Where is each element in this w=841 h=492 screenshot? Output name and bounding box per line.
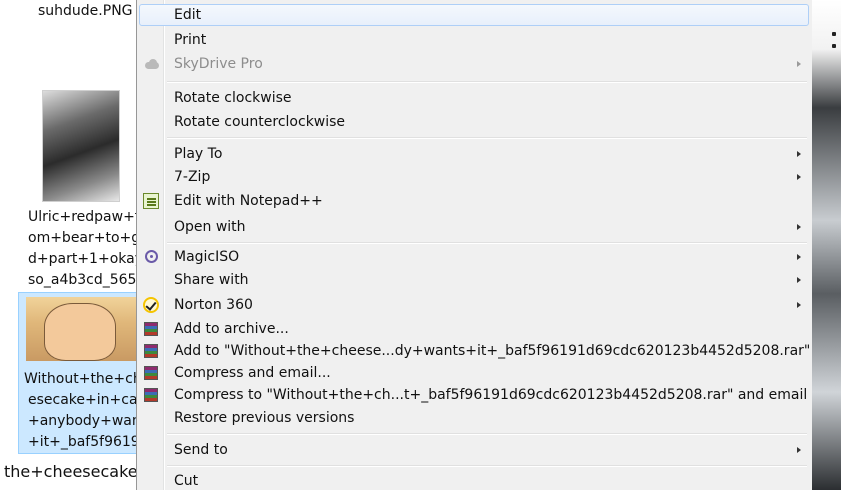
file-label-selected-line-3[interactable]: +anybody+want bbox=[28, 411, 146, 432]
menu-separator bbox=[167, 465, 807, 467]
submenu-arrow-icon bbox=[797, 254, 801, 260]
menu-item-compress-and-email[interactable]: Compress and email... bbox=[139, 362, 809, 384]
file-label-selected-line-1[interactable]: Without+the+che bbox=[24, 369, 150, 390]
menu-item-norton-360[interactable]: Norton 360 bbox=[139, 294, 809, 316]
menu-item-rotate-clockwise[interactable]: Rotate clockwise bbox=[139, 87, 809, 109]
menu-item-edit-with-notepadpp[interactable]: Edit with Notepad++ bbox=[139, 190, 809, 212]
winrar-icon bbox=[144, 322, 158, 336]
menu-item-label: Edit with Notepad++ bbox=[174, 193, 323, 209]
menu-item-label: Restore previous versions bbox=[174, 410, 355, 426]
thumbnail-ulric[interactable] bbox=[42, 90, 120, 202]
menu-item-skydrive-pro[interactable]: SkyDrive Pro bbox=[139, 53, 809, 75]
menu-item-open-with[interactable]: Open with bbox=[139, 216, 809, 238]
file-label-ulric-line-3[interactable]: d+part+1+okay- bbox=[28, 249, 148, 270]
menu-item-label: Share with bbox=[174, 272, 249, 288]
submenu-arrow-icon bbox=[797, 302, 801, 308]
menu-item-add-to-rar[interactable]: Add to "Without+the+cheese...dy+wants+it… bbox=[139, 340, 811, 362]
menu-item-label: SkyDrive Pro bbox=[174, 56, 263, 72]
menu-item-cut[interactable]: Cut bbox=[139, 470, 809, 492]
submenu-arrow-icon bbox=[797, 61, 801, 67]
menu-item-print[interactable]: Print bbox=[139, 29, 809, 51]
decor-dot bbox=[832, 44, 836, 48]
menu-item-label: Norton 360 bbox=[174, 297, 253, 313]
decor-dot bbox=[832, 32, 836, 36]
menu-item-rotate-counterclockwise[interactable]: Rotate counterclockwise bbox=[139, 111, 809, 133]
notepad-plus-plus-icon bbox=[143, 193, 159, 209]
rename-edit-text[interactable]: the+cheesecake+ bbox=[0, 458, 136, 486]
menu-item-label: Compress to "Without+the+ch...t+_baf5f96… bbox=[174, 387, 808, 403]
explorer-file-view: suhdude.PNG Ulric+redpaw+fr om+bear+to+g… bbox=[0, 0, 153, 490]
menu-item-label: Send to bbox=[174, 442, 228, 458]
menu-item-compress-to-rar-and-email[interactable]: Compress to "Without+the+ch...t+_baf5f96… bbox=[139, 384, 809, 406]
winrar-icon bbox=[144, 388, 158, 402]
menu-item-label: Rotate counterclockwise bbox=[174, 114, 346, 130]
meme-face-drawing bbox=[44, 303, 116, 361]
file-label-ulric-line-4[interactable]: so_a4b3cd_5656. bbox=[28, 270, 150, 291]
background-window-edge bbox=[812, 0, 841, 490]
submenu-arrow-icon bbox=[797, 277, 801, 283]
submenu-arrow-icon bbox=[797, 447, 801, 453]
menu-item-send-to[interactable]: Send to bbox=[139, 439, 809, 461]
cloud-icon bbox=[143, 59, 161, 69]
file-label-ulric-line-1[interactable]: Ulric+redpaw+fr bbox=[28, 207, 146, 228]
menu-item-add-to-archive[interactable]: Add to archive... bbox=[139, 318, 809, 340]
menu-item-label: Compress and email... bbox=[174, 365, 331, 381]
menu-item-label: Open with bbox=[174, 219, 246, 235]
thumbnail-without-the-cheesecake[interactable] bbox=[26, 297, 136, 361]
menu-item-label: Play To bbox=[174, 146, 223, 162]
menu-item-share-with[interactable]: Share with bbox=[139, 269, 809, 291]
menu-item-label: Add to "Without+the+cheese...dy+wants+it… bbox=[174, 343, 811, 359]
magiciso-icon bbox=[145, 250, 158, 263]
menu-item-label: Edit bbox=[174, 7, 202, 23]
menu-item-label: MagicISO bbox=[174, 249, 240, 265]
file-label-selected-line-2[interactable]: esecake+in+case bbox=[28, 390, 153, 411]
menu-item-magiciso[interactable]: MagicISO bbox=[139, 246, 809, 268]
menu-item-label: 7-Zip bbox=[174, 169, 211, 185]
file-label-suhdude[interactable]: suhdude.PNG bbox=[38, 1, 133, 22]
file-label-ulric-line-2[interactable]: om+bear+to+go bbox=[28, 228, 149, 249]
menu-item-play-to[interactable]: Play To bbox=[139, 143, 809, 165]
submenu-arrow-icon bbox=[797, 174, 801, 180]
winrar-icon bbox=[144, 366, 158, 380]
menu-separator bbox=[167, 137, 807, 139]
menu-item-edit[interactable]: Edit bbox=[139, 4, 809, 26]
menu-item-label: Rotate clockwise bbox=[174, 90, 292, 106]
menu-separator bbox=[167, 433, 807, 435]
menu-separator bbox=[167, 242, 807, 244]
winrar-icon bbox=[144, 344, 158, 358]
file-label-selected-line-4[interactable]: +it+_baf5f9619.. bbox=[28, 432, 149, 453]
menu-item-label: Cut bbox=[174, 473, 199, 489]
context-menu: Edit Print SkyDrive Pro Rotate clockwise… bbox=[136, 0, 812, 490]
menu-separator bbox=[167, 81, 807, 83]
menu-item-label: Print bbox=[174, 32, 207, 48]
submenu-arrow-icon bbox=[797, 224, 801, 230]
menu-item-7zip[interactable]: 7-Zip bbox=[139, 166, 809, 188]
menu-item-label: Add to archive... bbox=[174, 321, 289, 337]
submenu-arrow-icon bbox=[797, 151, 801, 157]
menu-item-restore-previous-versions[interactable]: Restore previous versions bbox=[139, 407, 809, 429]
norton-check-icon bbox=[143, 297, 159, 313]
